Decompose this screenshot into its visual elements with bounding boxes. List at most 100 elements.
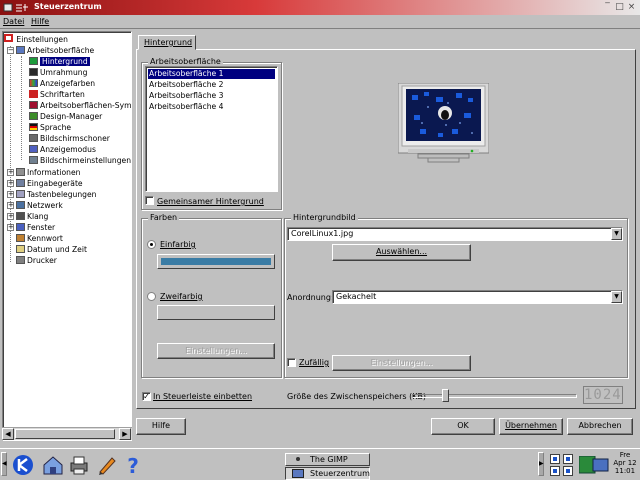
virtual-desktop-1[interactable] [550,454,560,464]
color2-button[interactable] [157,305,275,320]
color-settings-button[interactable]: Einstellungen... [157,343,275,359]
tree-item-eingabegeraete[interactable]: Eingabegeräte [16,178,83,189]
scroll-thumb[interactable] [15,429,115,439]
image-settings-button[interactable]: Einstellungen... [332,355,471,371]
tree-item-hintergrund[interactable]: Hintergrund [29,56,90,67]
tree-item-anzeigefarben[interactable]: Anzeigefarben [29,78,95,89]
expand-icon[interactable]: + [7,191,14,198]
clock-time: 11:01 [614,467,636,475]
virtual-desktop-4[interactable] [563,466,573,476]
settings-root-icon [4,34,13,42]
expand-icon[interactable]: + [7,224,14,231]
pencil-icon[interactable] [96,454,118,476]
minimize-icon[interactable]: ‾ [602,2,613,13]
gimp-icon [296,457,300,461]
solid-color-radio[interactable] [147,240,156,249]
cache-slider-track[interactable] [412,394,577,398]
clock[interactable]: Fre Apr 12 11:01 [610,451,640,475]
color1-swatch [161,258,271,265]
language-flag-icon [29,123,38,131]
scroll-left-icon[interactable]: ◀ [2,428,14,440]
virtual-desktop-2[interactable] [563,454,573,464]
tree-item-fenster[interactable]: Fenster [16,222,55,233]
tree-horizontal-scrollbar[interactable]: ◀ ▶ [2,427,132,440]
menu-bar: Datei Hilfe [0,15,640,29]
title-bar[interactable]: Steuerzentrum ‾ □ × [0,0,640,15]
ok-button[interactable]: OK [431,418,495,435]
list-item[interactable]: Arbeitsoberfläche 2 [148,80,275,90]
random-checkbox[interactable] [287,358,296,367]
tree-item-design-manager[interactable]: Design-Manager [29,111,102,122]
list-item[interactable]: Arbeitsoberfläche 3 [148,91,275,101]
common-background-label: Gemeinsamer Hintergrund [157,197,264,206]
tree-item-schriftarten[interactable]: Schriftarten [29,89,85,100]
chevron-down-icon[interactable]: ▼ [611,291,622,303]
tree-item-drucker[interactable]: Drucker [16,255,57,266]
arrangement-label: Anordnung: [287,293,334,302]
tree-item-bildschirmeinstellungen[interactable]: Bildschirmeinstellungen [29,155,131,166]
tree-item-einstellungen[interactable]: Einstellungen [4,34,68,45]
tree-item-arbeitsoberflaeche[interactable]: Arbeitsoberfläche [16,45,94,56]
desktop-group-title: Arbeitsoberfläche [148,57,223,66]
desktop-symbols-icon [29,101,38,109]
tree-item-netzwerk[interactable]: Netzwerk [16,200,63,211]
desktop-list[interactable]: Arbeitsoberfläche 1 Arbeitsoberfläche 2 … [145,66,278,192]
two-color-radio[interactable] [147,292,156,301]
input-devices-icon [16,179,25,187]
expand-icon[interactable]: + [7,169,14,176]
tree-item-datum-und-zeit[interactable]: Datum und Zeit [16,244,87,255]
frame-icon [29,68,38,76]
common-background-checkbox[interactable] [145,196,154,205]
expand-icon[interactable]: + [7,202,14,209]
cache-slider-handle[interactable] [442,389,449,402]
clock-day: Fre [619,451,631,459]
kde-logo-icon[interactable] [12,454,34,476]
tree-item-desktop-symbols[interactable]: Arbeitsoberflächen-Sym [29,100,131,111]
panel-hide-right-icon[interactable]: ▶ [538,452,544,476]
browse-button[interactable]: Auswählen... [332,244,471,261]
help-icon[interactable]: ? [122,454,144,476]
tab-hintergrund[interactable]: Hintergrund [138,35,196,50]
help-button[interactable]: Hilfe [136,418,186,435]
printer-icon[interactable] [68,454,90,476]
color1-button[interactable] [157,254,275,269]
maximize-icon[interactable]: □ [614,2,625,13]
tree-item-klang[interactable]: Klang [16,211,48,222]
tree-item-anzeigemodus[interactable]: Anzeigemodus [29,144,96,155]
expand-icon[interactable]: + [7,180,14,187]
colors-group-title: Farben [148,213,180,222]
home-folder-icon[interactable] [42,454,64,476]
menu-hilfe[interactable]: Hilfe [31,17,49,26]
expand-icon[interactable]: + [7,213,14,220]
solid-color-label: Einfarbig [160,240,196,249]
dock-checkbox[interactable]: ✓ [142,392,151,401]
window-menu-icon[interactable] [3,2,31,13]
monitor-preview [398,83,489,163]
dock-label: In Steuerleiste einbetten [153,392,253,401]
two-color-label: Zweifarbig [160,292,203,301]
task-steuerzentrum[interactable]: Steuerzentrum [285,467,370,480]
collapse-icon[interactable]: − [7,47,14,54]
image-file-combo[interactable]: CorelLinux1.jpg ▼ [287,227,623,241]
list-item[interactable]: Arbeitsoberfläche 4 [148,102,275,112]
scroll-right-icon[interactable]: ▶ [119,428,131,440]
tree-item-bildschirmschoner[interactable]: Bildschirmschoner [29,133,110,144]
panel-hide-left-icon[interactable]: ◀ [1,452,7,476]
settings-tree[interactable]: Einstellungen − Arbeitsoberfläche Hinter… [2,31,132,441]
menu-datei[interactable]: Datei [3,17,24,26]
tree-item-sprache[interactable]: Sprache [29,122,71,133]
desktop-icon [16,46,25,54]
apply-button[interactable]: Übernehmen [499,418,563,435]
list-item[interactable]: Arbeitsoberfläche 1 [148,69,275,79]
system-tray-icon[interactable] [579,456,609,474]
virtual-desktop-3[interactable] [550,466,560,476]
arrangement-combo[interactable]: Gekachelt ▼ [332,290,623,304]
task-the-gimp[interactable]: The GIMP [285,453,370,466]
chevron-down-icon[interactable]: ▼ [611,228,622,240]
tree-item-tastenbelegungen[interactable]: Tastenbelegungen [16,189,96,200]
tree-item-informationen[interactable]: Informationen [16,167,80,178]
tree-item-kennwort[interactable]: Kennwort [16,233,63,244]
close-icon[interactable]: × [626,2,637,13]
cancel-button[interactable]: Abbrechen [567,418,633,435]
tree-item-umrahmung[interactable]: Umrahmung [29,67,87,78]
